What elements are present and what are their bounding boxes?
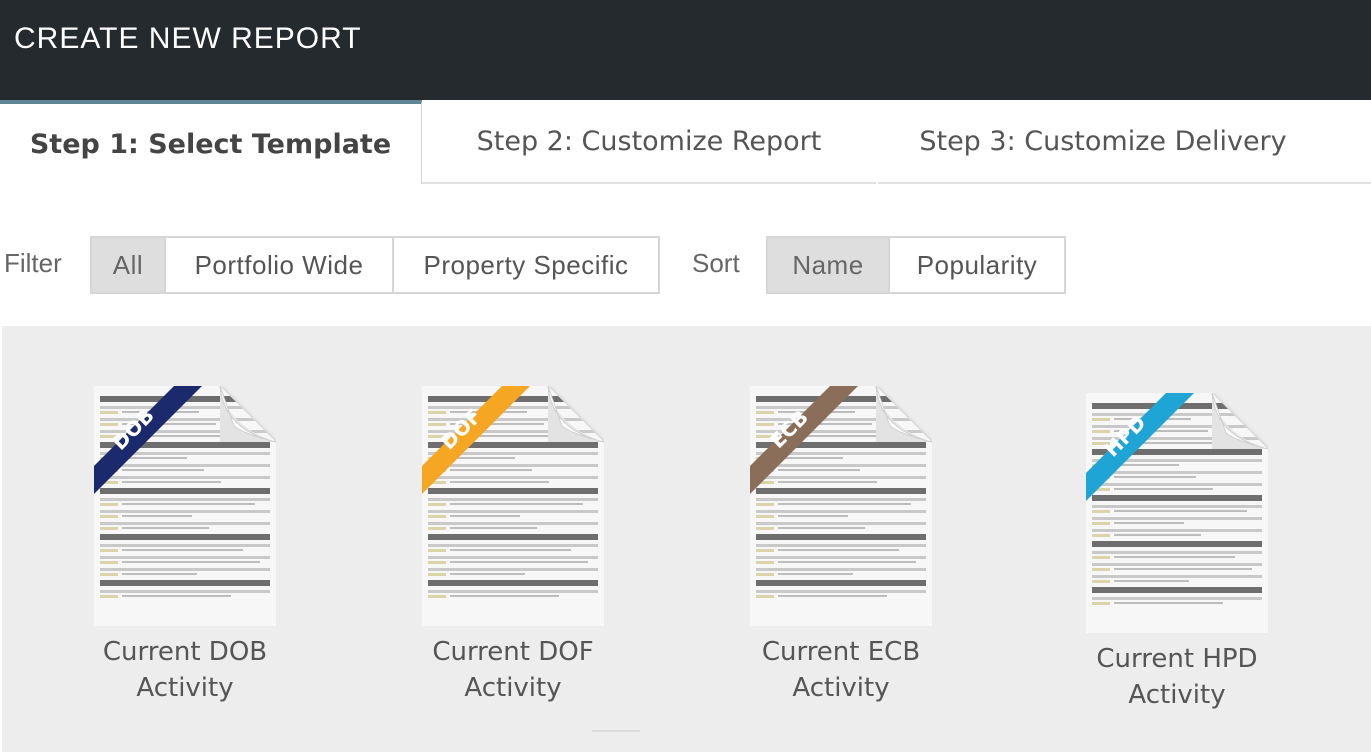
template-label: Current HPD Activity — [1057, 641, 1297, 713]
template-card-ecb[interactable]: ECB Current ECB Activity — [721, 386, 961, 706]
tab-customize-delivery[interactable]: Step 3: Customize Delivery — [876, 100, 1330, 184]
sort-name-button[interactable]: Name — [768, 238, 890, 292]
tab-select-template[interactable]: Step 1: Select Template — [0, 100, 422, 184]
sort-button-group: Name Popularity — [766, 236, 1066, 294]
sort-label: Sort — [692, 248, 740, 278]
page-title: CREATE NEW REPORT — [14, 22, 362, 55]
template-label-line2: Activity — [464, 673, 562, 703]
tab-spacer — [1330, 100, 1371, 184]
document-icon: DOF — [422, 386, 604, 626]
template-label-line2: Activity — [136, 673, 234, 703]
template-card-dof[interactable]: DOF Current DOF Activity — [393, 386, 633, 706]
template-label: Current ECB Activity — [721, 634, 961, 706]
template-grid: DOB Current DOB Activity DOF Current DOF… — [2, 326, 1371, 752]
template-label-line1: Current DOF — [432, 637, 594, 667]
template-label-line2: Activity — [1128, 680, 1226, 710]
sort-popularity-button[interactable]: Popularity — [890, 238, 1064, 292]
document-icon: ECB — [750, 386, 932, 626]
template-label-line1: Current ECB — [761, 637, 921, 667]
scroll-indicator — [592, 730, 640, 732]
filter-label: Filter — [4, 248, 62, 278]
document-icon: DOB — [94, 386, 276, 626]
template-label-line1: Current DOB — [102, 637, 268, 667]
template-card-dob[interactable]: DOB Current DOB Activity — [65, 386, 305, 706]
filter-all-button[interactable]: All — [92, 238, 166, 292]
template-card-hpd[interactable]: HPD Current HPD Activity — [1057, 393, 1297, 713]
template-label-line1: Current HPD — [1096, 644, 1258, 674]
document-icon: HPD — [1086, 393, 1268, 633]
template-label-line2: Activity — [792, 673, 890, 703]
tab-customize-report[interactable]: Step 2: Customize Report — [422, 100, 876, 184]
filter-property-specific-button[interactable]: Property Specific — [394, 238, 658, 292]
template-label: Current DOB Activity — [65, 634, 305, 706]
page-header: CREATE NEW REPORT — [0, 0, 1371, 100]
filter-portfolio-wide-button[interactable]: Portfolio Wide — [166, 238, 394, 292]
filter-button-group: All Portfolio Wide Property Specific — [90, 236, 660, 294]
wizard-tabs: Step 1: Select Template Step 2: Customiz… — [0, 100, 1371, 186]
template-label: Current DOF Activity — [393, 634, 633, 706]
